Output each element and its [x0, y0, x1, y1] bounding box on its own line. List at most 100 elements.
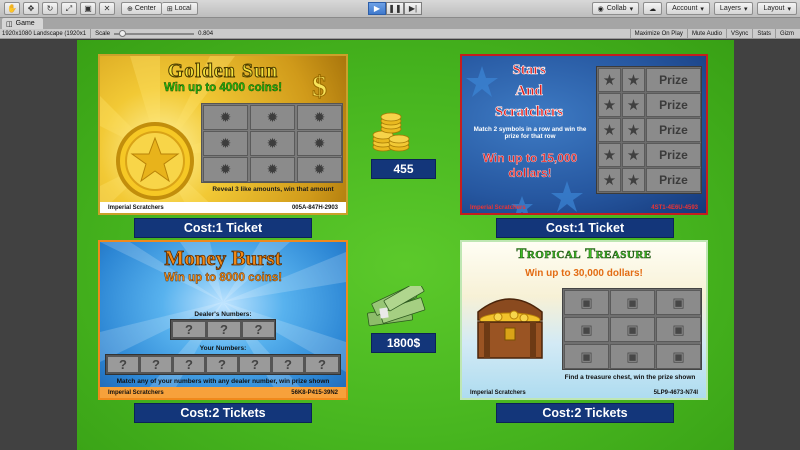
cost-badge[interactable]: Cost:2 Tickets: [496, 403, 674, 423]
scratch-cell[interactable]: ▣: [656, 344, 701, 369]
scratch-cell[interactable]: ▣: [610, 317, 655, 342]
layers-dropdown[interactable]: Layers ▾: [713, 2, 754, 15]
scratch-card-golden-sun[interactable]: $ Golden Sun Win up to 4000 coins! ✹ ✹ ✹…: [98, 54, 348, 215]
prize-cell[interactable]: Prize: [646, 93, 701, 117]
scratch-card-tropical-treasure[interactable]: Tropical Treasure Win up to 30,000 dolla…: [460, 240, 708, 400]
mute-audio-toggle[interactable]: Mute Audio: [686, 29, 726, 39]
scratch-cell[interactable]: ★: [622, 118, 645, 142]
local-icon: ⊞: [166, 5, 173, 13]
scratch-cell[interactable]: ▣: [564, 344, 609, 369]
gizmos-toggle[interactable]: Gizm: [775, 29, 798, 39]
cost-badge[interactable]: Cost:1 Ticket: [134, 218, 312, 238]
scratch-cell[interactable]: ?: [305, 356, 339, 373]
scale-slider[interactable]: [114, 29, 195, 37]
scratch-cell[interactable]: ▣: [656, 290, 701, 315]
scratch-cell[interactable]: ★: [622, 168, 645, 192]
scratch-cell[interactable]: ★: [622, 143, 645, 167]
scratch-cell[interactable]: ★: [598, 93, 621, 117]
pause-button[interactable]: ❚❚: [386, 2, 404, 15]
scale-slider-knob[interactable]: [119, 29, 127, 37]
scratch-card-money-burst[interactable]: Money Burst Win up to 8000 coins! Dealer…: [98, 240, 348, 400]
scratch-cell[interactable]: ?: [140, 356, 172, 373]
scratch-cell[interactable]: ?: [107, 356, 139, 373]
scratch-cell[interactable]: ★: [622, 68, 645, 92]
scratch-cell[interactable]: ✹: [203, 131, 248, 156]
scratch-cell[interactable]: ?: [173, 356, 205, 373]
chest-icon: ▣: [626, 348, 639, 364]
scratch-cell[interactable]: ✹: [297, 157, 342, 182]
scratch-cell[interactable]: ✹: [297, 105, 342, 130]
sun-icon: ✹: [313, 161, 326, 177]
collab-button[interactable]: ◉ Collab ▾: [591, 2, 640, 15]
prize-cell[interactable]: Prize: [646, 168, 701, 192]
cost-badge[interactable]: Cost:2 Tickets: [134, 403, 312, 423]
card-instructions: Find a treasure chest, win the prize sho…: [564, 374, 696, 381]
scratch-card-stars-and-scratchers[interactable]: Stars And Scratchers Match 2 symbols in …: [460, 54, 708, 215]
collab-label: Collab: [606, 5, 627, 12]
scratch-grid[interactable]: ▣ ▣ ▣ ▣ ▣ ▣ ▣ ▣ ▣: [562, 288, 702, 370]
scratch-grid[interactable]: ✹ ✹ ✹ ✹ ✹ ✹ ✹ ✹ ✹: [201, 103, 343, 183]
layout-dropdown[interactable]: Layout ▾: [757, 2, 797, 15]
play-button[interactable]: ▶: [368, 2, 386, 15]
scratch-cell[interactable]: ▣: [656, 317, 701, 342]
chest-icon: ▣: [672, 348, 685, 364]
scratch-cell[interactable]: ★: [622, 93, 645, 117]
scratch-cell[interactable]: ?: [242, 321, 275, 338]
scratch-cell[interactable]: ✹: [250, 157, 295, 182]
scratch-cell[interactable]: ✹: [250, 131, 295, 156]
scale-icon[interactable]: ⤢: [61, 2, 77, 15]
scratch-cell[interactable]: ✹: [203, 157, 248, 182]
pause-icon: ❚❚: [388, 4, 402, 13]
stats-toggle[interactable]: Stats: [752, 29, 775, 39]
hand-icon[interactable]: ✋: [4, 2, 20, 15]
pivot-local-button[interactable]: ⊞ Local: [161, 2, 198, 15]
prize-cell[interactable]: Prize: [646, 143, 701, 167]
scratch-cell[interactable]: ?: [272, 356, 304, 373]
step-button[interactable]: ▶|: [404, 2, 422, 15]
scratch-cell[interactable]: ✹: [250, 105, 295, 130]
pivot-center-button[interactable]: ⊕ Center: [121, 2, 162, 15]
cash-balance: 1800$: [371, 333, 436, 353]
vsync-toggle[interactable]: VSync: [725, 29, 752, 39]
stats-label: Stats: [757, 31, 771, 37]
card-title: Stars And Scratchers: [462, 60, 596, 123]
dealer-numbers-row[interactable]: ? ? ?: [170, 319, 276, 340]
cost-badge[interactable]: Cost:1 Ticket: [496, 218, 674, 238]
scratch-cell[interactable]: ?: [239, 356, 271, 373]
move-icon[interactable]: ✥: [23, 2, 39, 15]
star-icon: ★: [626, 122, 641, 139]
maximize-on-play-toggle[interactable]: Maximize On Play: [629, 29, 687, 39]
scratch-cell[interactable]: ★: [598, 143, 621, 167]
prize-cell[interactable]: Prize: [646, 68, 701, 92]
maximize-label: Maximize On Play: [634, 31, 683, 37]
cloud-button[interactable]: ☁: [643, 2, 663, 15]
tab-game[interactable]: ◫ Game: [2, 18, 43, 29]
sun-icon: ✹: [266, 135, 279, 151]
card-footer: Imperial Scratchers 4ST1-4E6U-4593: [462, 202, 706, 213]
scratch-cell[interactable]: ★: [598, 168, 621, 192]
scratch-cell[interactable]: ▣: [610, 344, 655, 369]
prize-cell[interactable]: Prize: [646, 118, 701, 142]
resolution-dropdown[interactable]: 1920x1080 Landscape (1920x1: [2, 28, 92, 39]
scratch-cell[interactable]: ✹: [203, 105, 248, 130]
card-title: Golden Sun: [167, 60, 279, 83]
scratch-cell[interactable]: ?: [206, 356, 238, 373]
scratch-cell[interactable]: ★: [598, 68, 621, 92]
scratch-cell[interactable]: ▣: [564, 290, 609, 315]
scratch-cell[interactable]: ?: [172, 321, 206, 338]
your-numbers-row[interactable]: ? ? ? ? ? ? ?: [105, 354, 341, 375]
scratch-cell[interactable]: ★: [598, 118, 621, 142]
scratch-cell[interactable]: ▣: [610, 290, 655, 315]
treasure-chest-icon: [477, 298, 543, 359]
resolution-label: 1920x1080 Landscape (1920x1: [2, 30, 87, 37]
scratch-grid[interactable]: ★ ★ Prize ★ ★ Prize ★ ★ Prize ★ ★ Prize …: [596, 66, 702, 194]
star-icon: ★: [602, 72, 617, 89]
rotate-icon[interactable]: ↻: [42, 2, 58, 15]
scratch-cell[interactable]: ?: [207, 321, 241, 338]
scratch-cell[interactable]: ▣: [564, 317, 609, 342]
transform-icon[interactable]: ✕: [99, 2, 115, 15]
collab-icon: ◉: [597, 5, 604, 13]
rect-icon[interactable]: ▣: [80, 2, 96, 15]
account-dropdown[interactable]: Account ▾: [666, 2, 710, 15]
scratch-cell[interactable]: ✹: [297, 131, 342, 156]
